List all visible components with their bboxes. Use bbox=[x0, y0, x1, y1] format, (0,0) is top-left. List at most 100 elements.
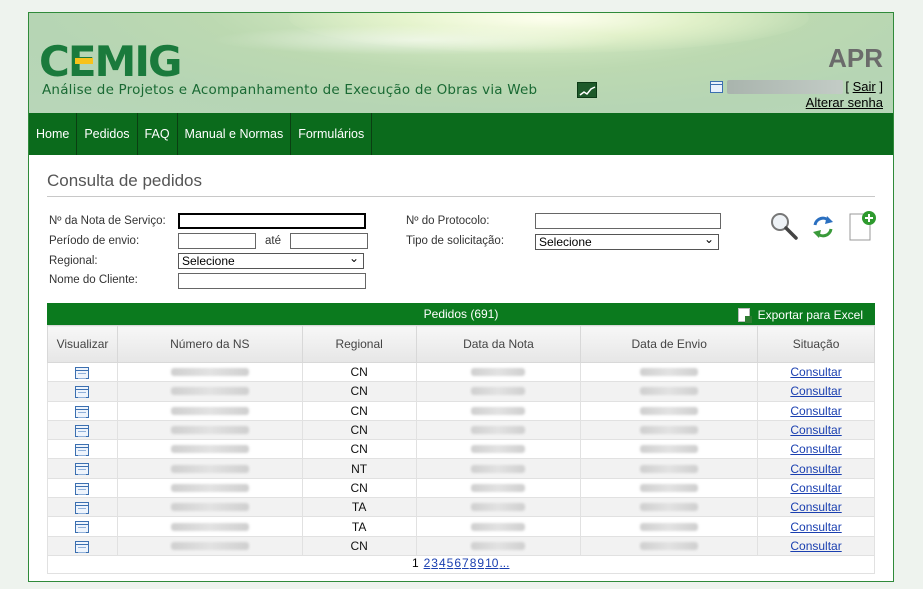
grid-caption-bar: Pedidos (691) Exportar para Excel bbox=[47, 303, 875, 325]
col-data-envio[interactable]: Data de Envio bbox=[580, 325, 759, 363]
view-icon[interactable] bbox=[75, 540, 90, 553]
search-icon[interactable] bbox=[769, 211, 799, 241]
nav-formularios[interactable]: Formulários bbox=[291, 113, 373, 155]
cemig-logo: CEMIG bbox=[39, 37, 182, 86]
consultar-link[interactable]: Consultar bbox=[790, 442, 841, 456]
logout-bracket-close: ] bbox=[879, 79, 883, 94]
send-date-redacted bbox=[580, 381, 759, 402]
consultar-link[interactable]: Consultar bbox=[790, 520, 841, 534]
period-start-input[interactable] bbox=[178, 233, 256, 249]
protocol-input[interactable] bbox=[535, 213, 721, 229]
view-icon[interactable] bbox=[75, 386, 90, 399]
ns-number-redacted bbox=[116, 535, 303, 556]
view-cell bbox=[47, 477, 118, 499]
consultar-link[interactable]: Consultar bbox=[790, 462, 841, 476]
table-row: CN Consultar bbox=[47, 477, 875, 499]
period-end-input[interactable] bbox=[290, 233, 368, 249]
view-icon[interactable] bbox=[75, 405, 90, 418]
send-date-redacted bbox=[580, 400, 759, 421]
export-excel-button[interactable]: Exportar para Excel bbox=[737, 308, 863, 323]
view-icon[interactable] bbox=[75, 366, 90, 379]
consultar-link[interactable]: Consultar bbox=[790, 539, 841, 553]
regional-cell: CN bbox=[301, 400, 417, 421]
period-separator: até bbox=[265, 235, 281, 247]
consultar-link[interactable]: Consultar bbox=[790, 481, 841, 495]
excel-icon bbox=[737, 308, 752, 323]
consultar-link[interactable]: Consultar bbox=[790, 404, 841, 418]
ns-input[interactable] bbox=[178, 213, 366, 229]
period-label: Período de envio: bbox=[49, 235, 140, 247]
status-cell: Consultar bbox=[757, 516, 875, 537]
table-row: TA Consultar bbox=[47, 497, 875, 518]
col-situacao[interactable]: Situação bbox=[757, 325, 875, 363]
table-row: CN Consultar bbox=[47, 361, 875, 383]
logout-link[interactable]: Sair bbox=[853, 79, 876, 94]
status-cell: Consultar bbox=[757, 361, 875, 383]
pager-link[interactable]: ... bbox=[499, 556, 509, 570]
ns-number-redacted bbox=[116, 381, 303, 402]
view-icon[interactable] bbox=[75, 444, 90, 457]
send-date-redacted bbox=[580, 497, 759, 518]
ns-number-redacted bbox=[116, 458, 303, 479]
client-label: Nome do Cliente: bbox=[49, 274, 138, 286]
change-password-link[interactable]: Alterar senha bbox=[806, 95, 883, 110]
view-cell bbox=[47, 381, 118, 402]
user-info: [ Sair ] bbox=[710, 79, 883, 94]
pager-current: 1 bbox=[412, 556, 419, 570]
table-row: CN Consultar bbox=[47, 439, 875, 460]
table-row: CN Consultar bbox=[47, 381, 875, 402]
col-data-nota[interactable]: Data da Nota bbox=[415, 325, 582, 363]
consultar-link[interactable]: Consultar bbox=[790, 500, 841, 514]
pager-link[interactable]: 5 bbox=[447, 556, 454, 570]
regional-select[interactable]: Selecione bbox=[178, 251, 364, 269]
pager: 1 2345678910... bbox=[47, 556, 875, 574]
view-icon[interactable] bbox=[75, 463, 90, 476]
view-icon[interactable] bbox=[75, 502, 90, 515]
ns-number-redacted bbox=[116, 497, 303, 518]
pager-link[interactable]: 8 bbox=[470, 556, 477, 570]
ns-number-redacted bbox=[116, 400, 303, 421]
status-cell: Consultar bbox=[757, 381, 875, 402]
new-document-icon[interactable] bbox=[847, 210, 877, 241]
send-date-redacted bbox=[580, 458, 759, 479]
logout-bracket-open: [ bbox=[845, 79, 849, 94]
consultar-link[interactable]: Consultar bbox=[790, 423, 841, 437]
orders-table: Visualizar Número da NS Regional Data da… bbox=[47, 325, 875, 556]
user-card-icon bbox=[710, 80, 724, 93]
consultar-link[interactable]: Consultar bbox=[790, 384, 841, 398]
view-icon[interactable] bbox=[75, 521, 90, 534]
client-input[interactable] bbox=[178, 273, 366, 289]
pager-link[interactable]: 3 bbox=[431, 556, 438, 570]
consultar-link[interactable]: Consultar bbox=[790, 365, 841, 379]
send-date-redacted bbox=[580, 477, 759, 499]
pager-link[interactable]: 9 bbox=[477, 556, 484, 570]
status-cell: Consultar bbox=[757, 419, 875, 441]
col-visualizar[interactable]: Visualizar bbox=[47, 325, 118, 363]
col-numero-ns[interactable]: Número da NS bbox=[116, 325, 303, 363]
nav-pedidos[interactable]: Pedidos bbox=[77, 113, 138, 155]
view-icon[interactable] bbox=[75, 482, 90, 495]
pager-link[interactable]: 7 bbox=[462, 556, 469, 570]
page-title: Consulta de pedidos bbox=[47, 171, 203, 190]
request-type-select[interactable]: Selecione bbox=[535, 232, 719, 250]
pager-link[interactable]: 4 bbox=[439, 556, 446, 570]
refresh-icon[interactable] bbox=[809, 213, 839, 243]
view-cell bbox=[47, 458, 118, 479]
pager-link[interactable]: 6 bbox=[454, 556, 461, 570]
nav-manual-normas[interactable]: Manual e Normas bbox=[178, 113, 292, 155]
view-cell bbox=[47, 535, 118, 556]
nav-faq[interactable]: FAQ bbox=[138, 113, 178, 155]
note-date-redacted bbox=[415, 381, 582, 402]
regional-cell: TA bbox=[301, 497, 417, 518]
status-cell: Consultar bbox=[757, 439, 875, 460]
view-icon[interactable] bbox=[75, 424, 90, 437]
pager-link[interactable]: 2 bbox=[424, 556, 431, 570]
col-regional[interactable]: Regional bbox=[301, 325, 417, 363]
send-date-redacted bbox=[580, 535, 759, 556]
ns-number-redacted bbox=[116, 477, 303, 499]
ns-number-redacted bbox=[116, 439, 303, 460]
app-subtitle: Análise de Projetos e Acompanhamento de … bbox=[42, 82, 538, 98]
view-cell bbox=[47, 361, 118, 383]
pager-link[interactable]: 10 bbox=[485, 556, 498, 570]
nav-home[interactable]: Home bbox=[29, 113, 78, 155]
